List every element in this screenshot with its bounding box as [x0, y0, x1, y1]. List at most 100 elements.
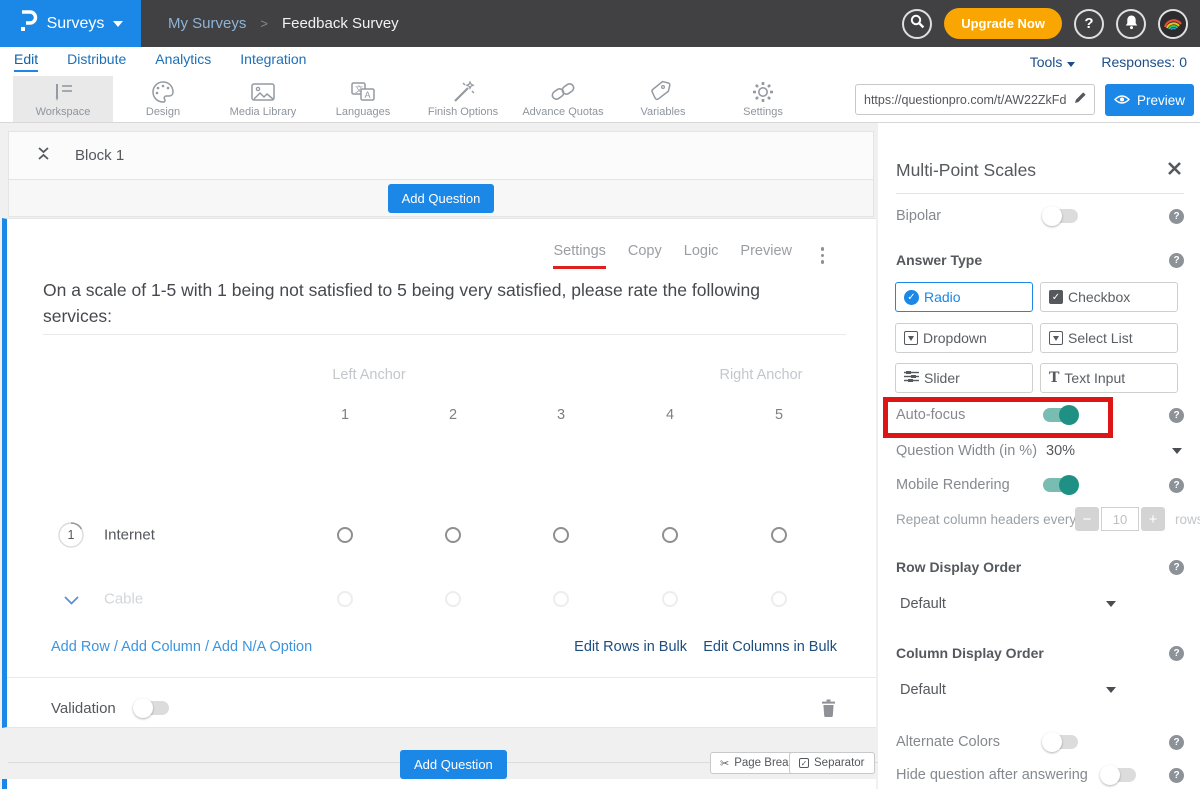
- user-avatar[interactable]: [1158, 9, 1188, 39]
- answer-type-checkbox[interactable]: ✓ Checkbox: [1040, 282, 1178, 312]
- column-header[interactable]: 2: [433, 407, 473, 423]
- svg-text:A: A: [365, 90, 371, 100]
- chain-links-icon: [549, 80, 577, 104]
- right-anchor-label[interactable]: Right Anchor: [701, 367, 821, 383]
- help-icon[interactable]: ?: [1169, 560, 1184, 575]
- select-list-icon: [1049, 331, 1063, 345]
- preview-button[interactable]: Preview: [1105, 84, 1194, 116]
- tab-edit[interactable]: Edit: [14, 51, 38, 72]
- radio-button[interactable]: [662, 527, 678, 543]
- bipolar-toggle[interactable]: [1043, 209, 1078, 223]
- row-display-order-value: Default: [900, 596, 946, 612]
- radio-button[interactable]: [662, 591, 678, 607]
- collapse-block-icon[interactable]: [36, 146, 51, 166]
- survey-url-input[interactable]: [856, 93, 1066, 107]
- question-settings-panel: Multi-Point Scales Bipolar ? Answer Type…: [878, 123, 1200, 789]
- separator-button[interactable]: ✓ Separator: [789, 752, 875, 774]
- help-button[interactable]: ?: [1074, 9, 1104, 39]
- validation-label: Validation: [51, 700, 116, 717]
- matrix-row-label[interactable]: Cable: [104, 591, 143, 608]
- column-header[interactable]: 5: [759, 407, 799, 423]
- edit-url-button[interactable]: [1066, 91, 1094, 109]
- upgrade-now-button[interactable]: Upgrade Now: [944, 8, 1062, 39]
- toolbar-item-workspace[interactable]: Workspace: [13, 76, 113, 122]
- validation-toggle[interactable]: [134, 701, 169, 715]
- decrement-button[interactable]: −: [1075, 507, 1099, 531]
- answer-type-select-list[interactable]: Select List: [1040, 323, 1178, 353]
- radio-button[interactable]: [445, 527, 461, 543]
- add-column-link[interactable]: Add Column: [121, 639, 201, 655]
- search-button[interactable]: [902, 9, 932, 39]
- question-text[interactable]: On a scale of 1-5 with 1 being not satis…: [43, 277, 813, 330]
- radio-button[interactable]: [445, 591, 461, 607]
- close-panel-icon[interactable]: [1167, 161, 1182, 181]
- toolbar-item-variables[interactable]: Variables: [613, 76, 713, 122]
- add-question-button-top[interactable]: Add Question: [388, 184, 495, 213]
- bell-icon: [1124, 14, 1139, 34]
- tab-distribute[interactable]: Distribute: [67, 51, 126, 72]
- column-header[interactable]: 1: [325, 407, 365, 423]
- question-tab-preview[interactable]: Preview: [740, 243, 792, 269]
- matrix-row-label[interactable]: Internet: [104, 527, 155, 544]
- edit-rows-in-bulk-link[interactable]: Edit Rows in Bulk: [574, 639, 687, 655]
- breadcrumb-my-surveys[interactable]: My Surveys: [168, 15, 246, 32]
- surveys-menu[interactable]: Surveys: [0, 0, 141, 47]
- question-tab-logic[interactable]: Logic: [684, 243, 719, 269]
- tab-integration[interactable]: Integration: [240, 51, 306, 72]
- question-tab-settings[interactable]: Settings: [553, 243, 605, 269]
- more-options-icon[interactable]: [821, 247, 825, 264]
- responses-count[interactable]: Responses: 0: [1101, 54, 1187, 70]
- tab-analytics[interactable]: Analytics: [155, 51, 211, 72]
- delete-question-icon[interactable]: [821, 699, 836, 722]
- answer-type-radio[interactable]: ✓ Radio: [895, 282, 1033, 312]
- radio-button[interactable]: [771, 591, 787, 607]
- alternate-colors-row: Alternate Colors ?: [896, 731, 1184, 753]
- toolbar-item-media-library[interactable]: Media Library: [213, 76, 313, 122]
- help-icon[interactable]: ?: [1169, 768, 1184, 783]
- radio-button[interactable]: [337, 591, 353, 607]
- toolbar-item-advance-quotas[interactable]: Advance Quotas: [513, 76, 613, 122]
- page-title: Feedback Survey: [282, 15, 399, 32]
- help-icon[interactable]: ?: [1169, 646, 1184, 661]
- column-header[interactable]: 4: [650, 407, 690, 423]
- notifications-button[interactable]: [1116, 9, 1146, 39]
- answer-type-text-input[interactable]: T Text Input: [1040, 363, 1178, 393]
- help-icon[interactable]: ?: [1169, 408, 1184, 423]
- question-number-badge: 1: [58, 522, 84, 548]
- auto-focus-toggle[interactable]: [1043, 408, 1078, 422]
- tools-menu[interactable]: Tools: [1030, 54, 1076, 70]
- alternate-colors-toggle[interactable]: [1043, 735, 1078, 749]
- chevron-down-icon[interactable]: [63, 593, 80, 611]
- row-display-order-select[interactable]: Default: [896, 593, 1184, 615]
- gear-icon: [751, 80, 775, 104]
- toolbar-item-settings[interactable]: Settings: [713, 76, 813, 122]
- column-header[interactable]: 3: [541, 407, 581, 423]
- add-row-link[interactable]: Add Row: [51, 639, 110, 655]
- increment-button[interactable]: +: [1141, 507, 1165, 531]
- left-anchor-label[interactable]: Left Anchor: [309, 367, 429, 383]
- toolbar-item-finish-options[interactable]: Finish Options: [413, 76, 513, 122]
- answer-type-slider[interactable]: Slider: [895, 363, 1033, 393]
- question-tab-copy[interactable]: Copy: [628, 243, 662, 269]
- column-display-order-select[interactable]: Default: [896, 679, 1184, 701]
- help-icon[interactable]: ?: [1169, 209, 1184, 224]
- hide-question-toggle[interactable]: [1101, 768, 1136, 782]
- help-icon[interactable]: ?: [1169, 478, 1184, 493]
- block-title[interactable]: Block 1: [75, 147, 124, 164]
- toolbar-item-design[interactable]: Design: [113, 76, 213, 122]
- radio-button[interactable]: [553, 527, 569, 543]
- radio-button[interactable]: [553, 591, 569, 607]
- radio-button[interactable]: [337, 527, 353, 543]
- radio-button[interactable]: [771, 527, 787, 543]
- repeat-headers-input[interactable]: [1101, 507, 1139, 531]
- question-width-value[interactable]: 30%: [1046, 443, 1075, 459]
- add-na-option-link[interactable]: Add N/A Option: [212, 639, 312, 655]
- edit-columns-in-bulk-link[interactable]: Edit Columns in Bulk: [703, 639, 837, 655]
- chevron-down-icon[interactable]: [1172, 448, 1182, 454]
- add-question-button-bottom[interactable]: Add Question: [400, 750, 507, 779]
- help-icon[interactable]: ?: [1169, 735, 1184, 750]
- answer-type-dropdown[interactable]: Dropdown: [895, 323, 1033, 353]
- mobile-rendering-toggle[interactable]: [1043, 478, 1078, 492]
- help-icon[interactable]: ?: [1169, 253, 1184, 268]
- toolbar-item-languages[interactable]: 文A Languages: [313, 76, 413, 122]
